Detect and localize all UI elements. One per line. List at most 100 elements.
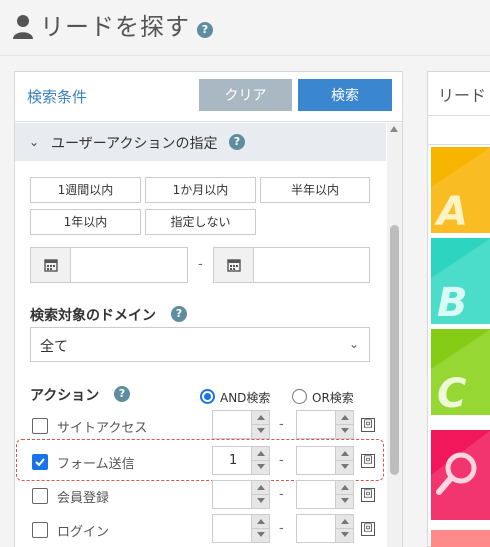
chevron-down-icon: ⌄ — [29, 135, 40, 149]
or-search-radio[interactable] — [292, 389, 307, 404]
help-icon[interactable]: ? — [171, 306, 187, 322]
calendar-icon[interactable] — [31, 248, 71, 282]
spin-up-icon[interactable] — [341, 451, 349, 456]
action-row-site-access: サイトアクセス - 回 — [15, 410, 386, 440]
and-search-label[interactable]: AND検索 — [220, 389, 270, 406]
spinner[interactable] — [251, 481, 270, 508]
rank-c-icon: C — [431, 329, 490, 415]
max-count-input[interactable] — [296, 514, 354, 543]
min-count-input[interactable] — [212, 514, 270, 543]
domain-label: 検索対象のドメイン — [30, 308, 156, 324]
svg-text:B: B — [437, 280, 468, 324]
clear-button[interactable]: クリア — [199, 79, 292, 111]
spin-up-icon[interactable] — [341, 415, 349, 420]
user-action-section-header[interactable]: ⌄ ユーザーアクションの指定 ? — [15, 123, 386, 161]
search-conditions-panel: 検索条件 クリア 検索 ⌄ ユーザーアクションの指定 ? 1週間以内 1か月以内… — [14, 71, 403, 547]
page-header: リードを探す ? — [0, 0, 490, 56]
action-row-label[interactable]: フォーム送信 — [57, 453, 135, 472]
panel-scrollbar[interactable] — [387, 123, 402, 547]
spin-down-icon[interactable] — [257, 532, 265, 537]
section-title: ユーザーアクションの指定 — [51, 136, 218, 152]
max-count-input[interactable] — [296, 410, 354, 439]
help-icon[interactable]: ? — [229, 134, 245, 150]
panel-toolbar: 検索条件 クリア 検索 — [15, 72, 402, 122]
scrollbar-thumb[interactable] — [390, 225, 399, 475]
min-count-input[interactable] — [212, 410, 270, 439]
action-row-form-submit: フォーム送信 1 - 回 — [15, 446, 386, 476]
site-access-checkbox[interactable] — [32, 418, 48, 434]
action-row-member-registration: 会員登録 - 回 — [15, 480, 386, 510]
spinner[interactable] — [335, 515, 354, 542]
date-to-input[interactable] — [213, 247, 370, 283]
times-unit: 回 — [361, 418, 375, 432]
spin-down-icon[interactable] — [257, 498, 265, 503]
user-icon — [13, 15, 33, 39]
min-count-input[interactable] — [212, 480, 270, 509]
search-lead-icon — [431, 430, 490, 520]
help-icon[interactable]: ? — [197, 22, 213, 38]
svg-text:A: A — [434, 189, 468, 233]
action-label: アクション — [30, 388, 100, 404]
and-search-radio[interactable] — [200, 389, 215, 404]
period-1year-button[interactable]: 1年以内 — [30, 209, 141, 235]
range-separator: - — [279, 453, 284, 468]
rank-a-icon: A — [431, 147, 490, 233]
or-search-label[interactable]: OR検索 — [312, 389, 354, 406]
times-unit: 回 — [361, 488, 375, 502]
period-1month-button[interactable]: 1か月以内 — [145, 177, 256, 203]
spin-down-icon[interactable] — [257, 428, 265, 433]
max-count-input[interactable] — [296, 480, 354, 509]
form-submit-checkbox[interactable] — [32, 454, 48, 470]
search-button[interactable]: 検索 — [298, 79, 392, 111]
spinner[interactable] — [251, 447, 270, 474]
domain-selected-value: 全て — [40, 339, 68, 355]
login-checkbox[interactable] — [32, 522, 48, 538]
spinner[interactable] — [335, 411, 354, 438]
spinner[interactable] — [335, 481, 354, 508]
spin-up-icon[interactable] — [257, 451, 265, 456]
date-range-separator: - — [198, 257, 203, 272]
action-row-label[interactable]: 会員登録 — [57, 487, 109, 506]
page-title: リードを探す — [40, 13, 190, 41]
period-1week-button[interactable]: 1週間以内 — [30, 177, 141, 203]
svg-text:C: C — [437, 371, 466, 415]
spin-down-icon[interactable] — [341, 532, 349, 537]
spin-down-icon[interactable] — [341, 464, 349, 469]
help-icon[interactable]: ? — [114, 386, 130, 402]
scroll-up-arrow-icon[interactable] — [390, 126, 398, 132]
spinner[interactable] — [251, 411, 270, 438]
domain-select[interactable]: 全て ⌄ — [30, 327, 370, 362]
spin-up-icon[interactable] — [341, 519, 349, 524]
range-separator: - — [279, 521, 284, 536]
next-lead-tile — [431, 530, 490, 547]
action-row-label[interactable]: ログイン — [57, 521, 109, 540]
times-unit: 回 — [361, 522, 375, 536]
max-count-input[interactable] — [296, 446, 354, 475]
range-separator: - — [279, 417, 284, 432]
rank-b-icon: B — [431, 238, 490, 324]
period-halfyear-button[interactable]: 半年以内 — [260, 177, 370, 203]
date-from-input[interactable] — [30, 247, 188, 283]
spin-up-icon[interactable] — [257, 415, 265, 420]
spin-up-icon[interactable] — [257, 519, 265, 524]
spin-up-icon[interactable] — [257, 485, 265, 490]
action-row-label[interactable]: サイトアクセス — [57, 417, 147, 436]
leads-panel-title: リード — [438, 86, 487, 105]
spinner[interactable] — [251, 515, 270, 542]
spin-up-icon[interactable] — [341, 485, 349, 490]
leads-panel: リード A B C — [427, 71, 490, 547]
spin-down-icon[interactable] — [341, 428, 349, 433]
panel-title: 検索条件 — [27, 88, 88, 106]
action-row-login: ログイン - 回 — [15, 514, 386, 544]
leads-panel-subheader — [428, 115, 490, 145]
spin-down-icon[interactable] — [257, 464, 265, 469]
min-count-input[interactable]: 1 — [212, 446, 270, 475]
chevron-down-icon: ⌄ — [348, 337, 359, 351]
member-registration-checkbox[interactable] — [32, 488, 48, 504]
spinner[interactable] — [335, 447, 354, 474]
range-separator: - — [279, 487, 284, 502]
calendar-icon[interactable] — [214, 248, 254, 282]
times-unit: 回 — [361, 454, 375, 468]
spin-down-icon[interactable] — [341, 498, 349, 503]
period-none-button[interactable]: 指定しない — [145, 209, 256, 235]
